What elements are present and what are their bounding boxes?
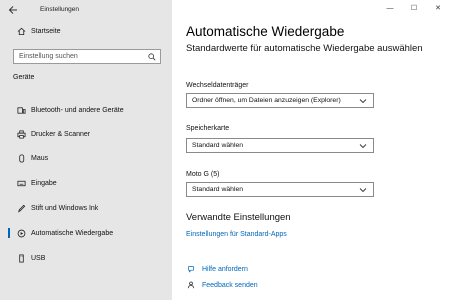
- sidebar-item-autoplay[interactable]: Automatische Wiedergabe: [0, 224, 172, 242]
- dropdown-value: Standard wählen: [192, 142, 244, 149]
- titlebar: Einstellungen: [0, 0, 172, 20]
- search-placeholder: Einstellung suchen: [19, 53, 78, 60]
- removable-drive-dropdown[interactable]: Ordner öffnen, um Dateien anzuzeigen (Ex…: [186, 93, 374, 108]
- sidebar-item-typing[interactable]: Eingabe: [0, 174, 172, 192]
- home-icon: [16, 26, 26, 36]
- moto-g-label: Moto G (5): [186, 171, 220, 178]
- sidebar-item-label: Automatische Wiedergabe: [31, 229, 114, 237]
- sidebar-item-label: Maus: [31, 154, 49, 162]
- sidebar-item-mouse[interactable]: Maus: [0, 149, 172, 167]
- default-apps-link[interactable]: Einstellungen für Standard-Apps: [186, 231, 287, 238]
- active-marker: [8, 228, 10, 238]
- sidebar-item-label: Startseite: [31, 27, 61, 35]
- sidebar-item-bluetooth[interactable]: Bluetooth- und andere Geräte: [0, 101, 172, 119]
- dropdown-value: Ordner öffnen, um Dateien anzuzeigen (Ex…: [192, 97, 341, 104]
- keyboard-icon: [16, 178, 26, 188]
- dropdown-value: Standard wählen: [192, 186, 244, 193]
- sidebar-item-label: Stift und Windows Ink: [31, 204, 99, 212]
- pen-icon: [16, 203, 26, 213]
- chevron-down-icon: [359, 99, 367, 104]
- feedback-link[interactable]: Feedback senden: [202, 282, 258, 289]
- memory-card-label: Speicherkarte: [186, 125, 230, 132]
- page-title: Automatische Wiedergabe: [186, 24, 345, 39]
- help-link[interactable]: Hilfe anfordern: [202, 266, 248, 273]
- app-title: Einstellungen: [40, 6, 80, 13]
- bluetooth-icon: [16, 105, 26, 115]
- search-input[interactable]: Einstellung suchen: [13, 49, 161, 64]
- sidebar: Einstellungen Startseite Einstellung suc…: [0, 0, 172, 300]
- section-heading: Geräte: [13, 74, 35, 81]
- search-icon: [148, 53, 156, 61]
- minimize-button[interactable]: —: [378, 0, 402, 16]
- sidebar-item-label: Bluetooth- und andere Geräte: [31, 106, 124, 114]
- sidebar-item-label: USB: [31, 254, 46, 262]
- sidebar-item-printers[interactable]: Drucker & Scanner: [0, 125, 172, 143]
- feedback-icon: [186, 280, 196, 290]
- chevron-down-icon: [359, 144, 367, 149]
- back-button[interactable]: [6, 4, 20, 16]
- mouse-icon: [16, 153, 26, 163]
- back-arrow-icon: [8, 6, 17, 14]
- maximize-button[interactable]: ☐: [402, 0, 426, 16]
- page-subtitle: Standardwerte für automatische Wiedergab…: [186, 43, 423, 54]
- sidebar-item-usb[interactable]: USB: [0, 249, 172, 267]
- main-content: — ☐ ✕ Automatische Wiedergabe Standardwe…: [172, 0, 450, 300]
- autoplay-icon: [16, 228, 26, 238]
- close-button[interactable]: ✕: [426, 0, 450, 16]
- settings-window: Einstellungen Startseite Einstellung suc…: [0, 0, 450, 300]
- removable-drive-label: Wechseldatenträger: [186, 82, 249, 89]
- related-settings-heading: Verwandte Einstellungen: [186, 212, 291, 223]
- feedback-row[interactable]: Feedback senden: [186, 279, 258, 291]
- sidebar-item-home[interactable]: Startseite: [0, 22, 172, 40]
- window-controls: — ☐ ✕: [378, 0, 450, 16]
- moto-g-dropdown[interactable]: Standard wählen: [186, 182, 374, 197]
- sidebar-item-label: Eingabe: [31, 179, 57, 187]
- help-row[interactable]: Hilfe anfordern: [186, 263, 248, 275]
- help-icon: [186, 264, 196, 274]
- usb-icon: [16, 253, 26, 263]
- chevron-down-icon: [359, 188, 367, 193]
- sidebar-item-pen[interactable]: Stift und Windows Ink: [0, 199, 172, 217]
- memory-card-dropdown[interactable]: Standard wählen: [186, 138, 374, 153]
- sidebar-item-label: Drucker & Scanner: [31, 130, 91, 138]
- printer-icon: [16, 129, 26, 139]
